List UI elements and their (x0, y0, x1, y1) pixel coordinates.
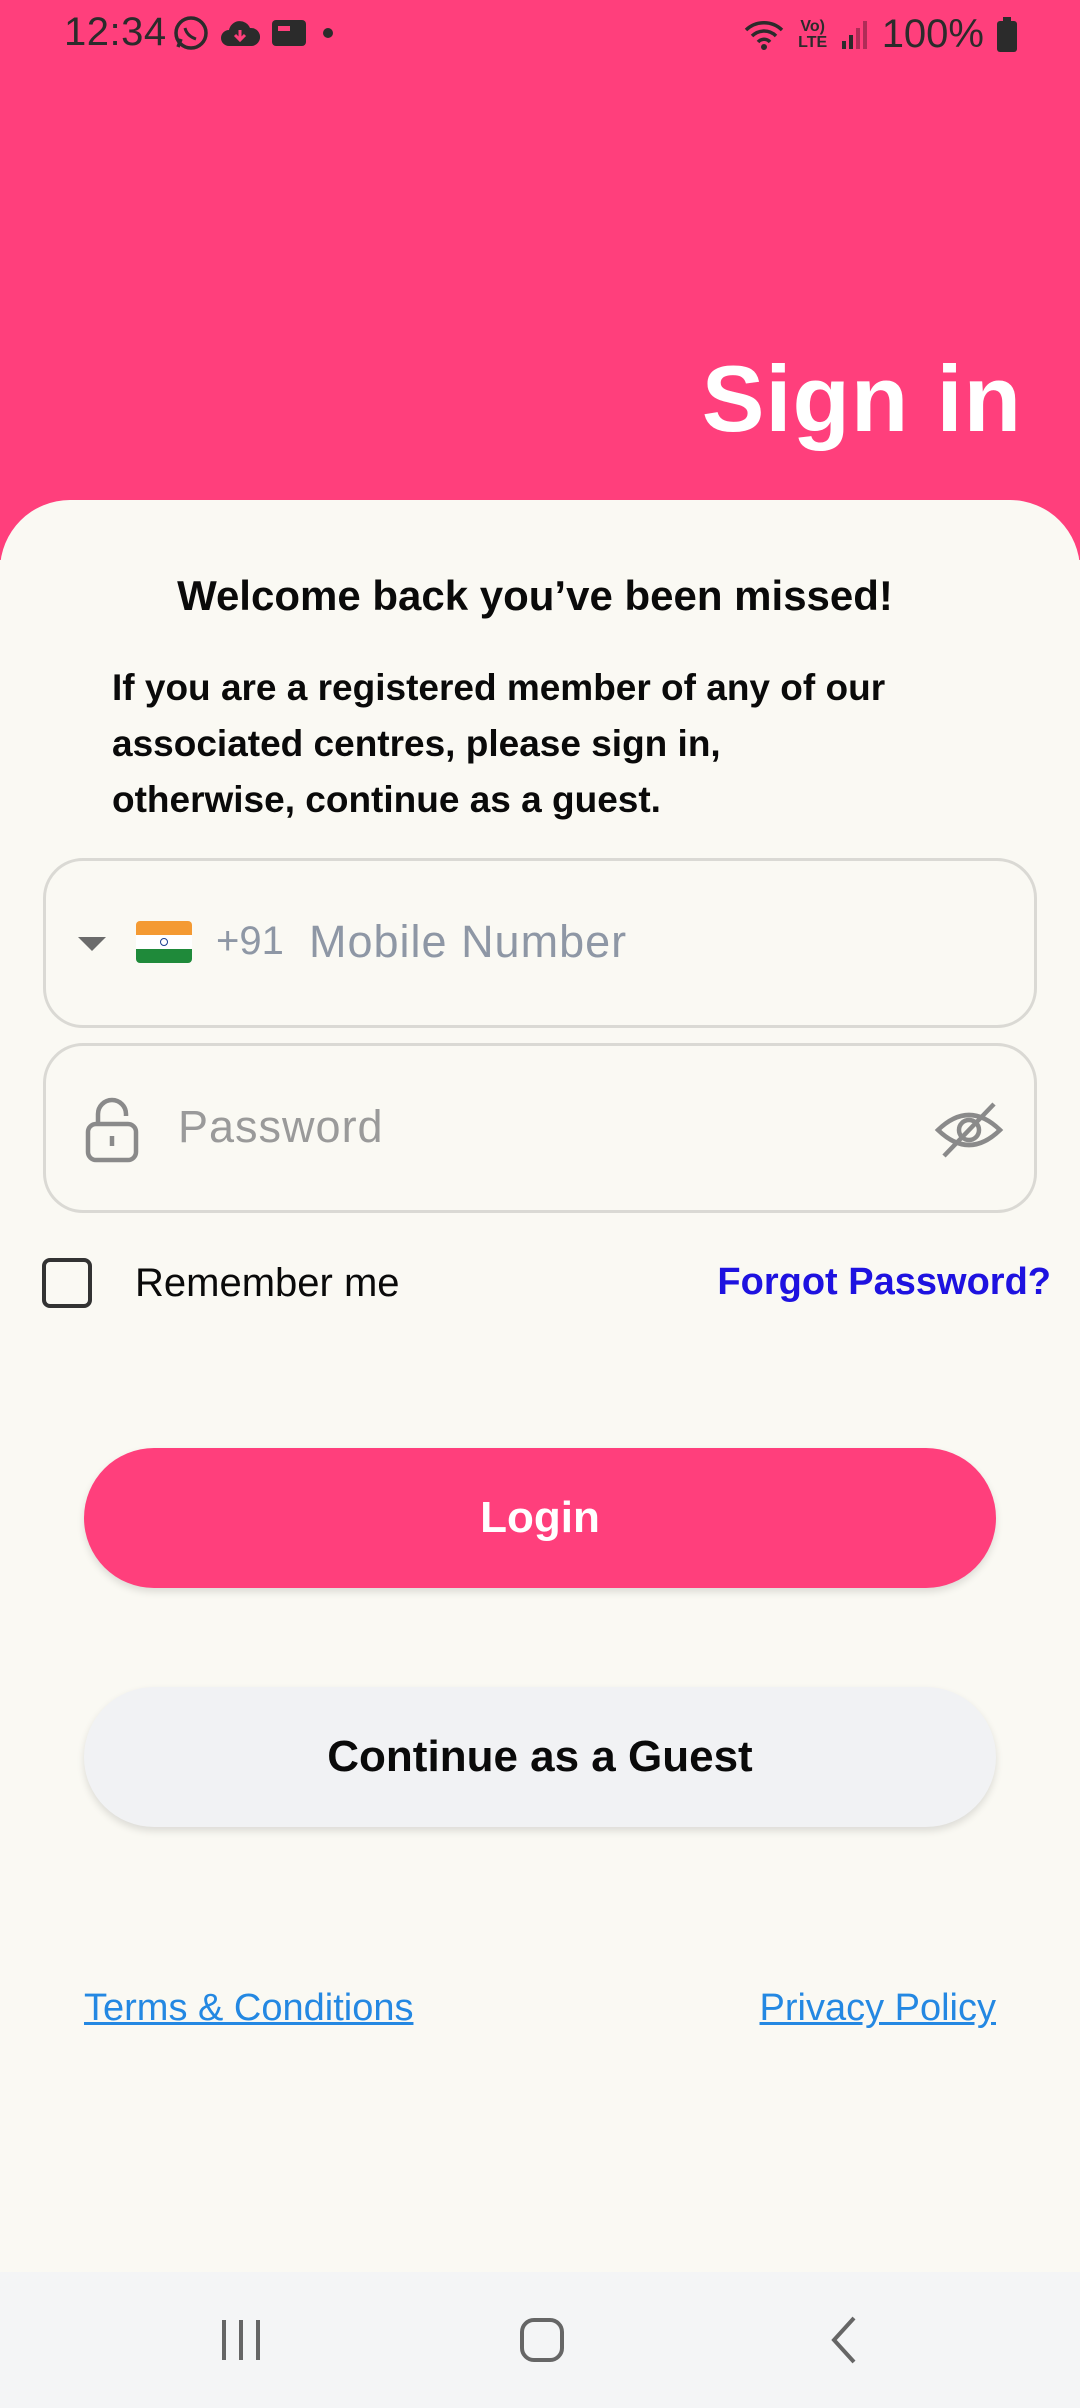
mobile-field[interactable]: +91 Mobile Number (43, 858, 1037, 1028)
battery-percent: 100% (881, 12, 984, 56)
country-code: +91 (216, 919, 284, 963)
remember-me-label[interactable]: Remember me (135, 1261, 400, 1306)
remember-me-checkbox[interactable] (42, 1258, 92, 1308)
signal-icon (841, 20, 867, 49)
wifi-icon (744, 20, 783, 50)
lock-icon (85, 1097, 139, 1163)
intro-text: If you are a registered member of any of… (112, 660, 992, 828)
status-time: 12:34 (64, 10, 167, 54)
card-icon (272, 20, 306, 46)
volte-icon: Vo) LTE (798, 17, 828, 51)
battery-icon (997, 16, 1017, 52)
country-dropdown-icon[interactable] (78, 937, 106, 951)
back-icon[interactable] (822, 2310, 868, 2370)
recent-apps-icon[interactable] (218, 2310, 264, 2370)
terms-link[interactable]: Terms & Conditions (84, 1987, 413, 2030)
volte-label-top: Vo) (800, 17, 825, 35)
volte-label-bottom: LTE (798, 33, 828, 51)
dot-icon (323, 28, 333, 38)
navigation-bar (0, 2272, 1080, 2408)
mobile-input[interactable]: Mobile Number (309, 916, 627, 968)
forgot-password-link[interactable]: Forgot Password? (717, 1261, 1051, 1304)
whatsapp-icon (174, 16, 208, 50)
continue-as-guest-button[interactable]: Continue as a Guest (84, 1687, 996, 1827)
eye-off-icon[interactable] (934, 1098, 1004, 1162)
home-icon[interactable] (512, 2310, 572, 2370)
page-title: Sign in (701, 346, 1022, 451)
intro-line: associated centres, please sign in, (112, 723, 721, 764)
welcome-heading: Welcome back you’ve been missed! (177, 572, 893, 619)
cloud-sync-icon (221, 21, 260, 46)
password-input[interactable]: Password (178, 1101, 384, 1153)
status-bar: 12:34 Vo) LTE 100% (0, 0, 1080, 70)
login-button[interactable]: Login (84, 1448, 996, 1588)
privacy-policy-link[interactable]: Privacy Policy (760, 1987, 997, 2030)
password-field[interactable]: Password (43, 1043, 1037, 1213)
intro-line: otherwise, continue as a guest. (112, 779, 661, 820)
india-flag-icon[interactable] (136, 921, 192, 963)
header-banner (0, 0, 1080, 560)
intro-line: If you are a registered member of any of… (112, 667, 886, 708)
